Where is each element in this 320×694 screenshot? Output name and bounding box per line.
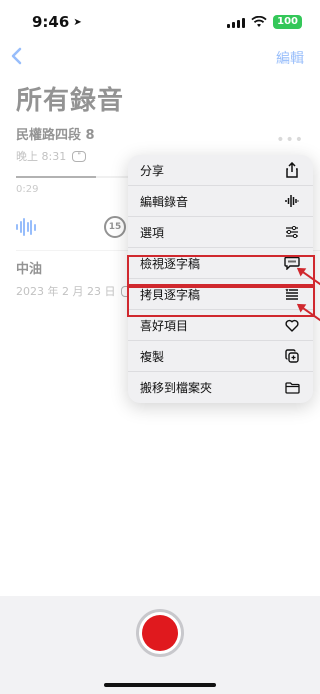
folder-icon [283, 379, 301, 397]
page-title: 所有錄音 [16, 86, 125, 116]
menu-item-view-transcript[interactable]: 檢視逐字稿 [128, 248, 313, 279]
menu-item-duplicate[interactable]: 複製 [128, 341, 313, 372]
menu-item-edit-recording[interactable]: 編輯錄音 [128, 186, 313, 217]
record-dot-icon [142, 615, 178, 651]
sliders-icon [283, 223, 301, 241]
recording-item[interactable]: 中油 2023 年 2 月 23 日 ❞ [16, 258, 136, 299]
status-time: 9:46 ➤ [32, 13, 82, 31]
share-icon [283, 161, 301, 179]
duplicate-icon [283, 347, 301, 365]
transcript-bubble-icon [283, 254, 301, 272]
location-arrow-icon: ➤ [73, 16, 82, 28]
context-menu: 分享 編輯錄音 選項 檢視逐字稿 拷貝逐字稿 喜好項目 複製 搬移到檔案夾 [128, 155, 313, 403]
menu-item-label: 喜好項目 [140, 318, 189, 333]
elapsed-time: 0:29 [16, 184, 39, 195]
menu-item-share[interactable]: 分享 [128, 155, 313, 186]
cellular-signal-icon [227, 17, 246, 28]
menu-item-options[interactable]: 選項 [128, 217, 313, 248]
menu-item-move-to-folder[interactable]: 搬移到檔案夾 [128, 372, 313, 403]
back-chevron-icon[interactable] [10, 46, 22, 70]
heart-icon [283, 316, 301, 334]
menu-item-favorite[interactable]: 喜好項目 [128, 310, 313, 341]
recording-meta: 2023 年 2 月 23 日 ❞ [16, 283, 136, 299]
menu-item-label: 檢視逐字稿 [140, 256, 201, 271]
skip-back-15-button[interactable]: 15 [104, 216, 126, 238]
recording-title: 中油 [16, 262, 43, 277]
menu-item-label: 分享 [140, 163, 165, 178]
menu-item-label: 拷貝逐字稿 [140, 287, 201, 302]
menu-item-label: 編輯錄音 [140, 194, 189, 209]
home-indicator[interactable] [104, 683, 216, 687]
record-button[interactable] [136, 609, 184, 657]
more-options-icon[interactable]: ••• [276, 132, 304, 148]
menu-item-label: 搬移到檔案夾 [140, 381, 213, 395]
time-text: 9:46 [32, 13, 70, 31]
transcript-bubble-icon: ❞ [72, 150, 87, 162]
recording-title: 民權路四段 8 [16, 128, 95, 143]
edit-button[interactable]: 編輯 [276, 48, 304, 68]
battery-indicator: 100 [273, 15, 302, 29]
menu-item-copy-transcript[interactable]: 拷貝逐字稿 [128, 279, 313, 310]
nav-bar: 編輯 [0, 44, 320, 72]
playback-progress [16, 176, 96, 178]
waveform-icon [283, 192, 301, 210]
menu-item-label: 選項 [140, 225, 165, 240]
wifi-icon [251, 16, 267, 27]
status-bar: 9:46 ➤ 100 [0, 0, 320, 44]
recording-time: 晚上 8:31 [16, 150, 67, 163]
copy-transcript-icon [283, 285, 301, 303]
recording-date: 2023 年 2 月 23 日 [16, 285, 116, 298]
waveform-icon[interactable] [16, 218, 36, 236]
skip-back-label: 15 [108, 222, 122, 232]
menu-item-label: 複製 [140, 349, 165, 364]
status-indicators: 100 [227, 15, 302, 29]
